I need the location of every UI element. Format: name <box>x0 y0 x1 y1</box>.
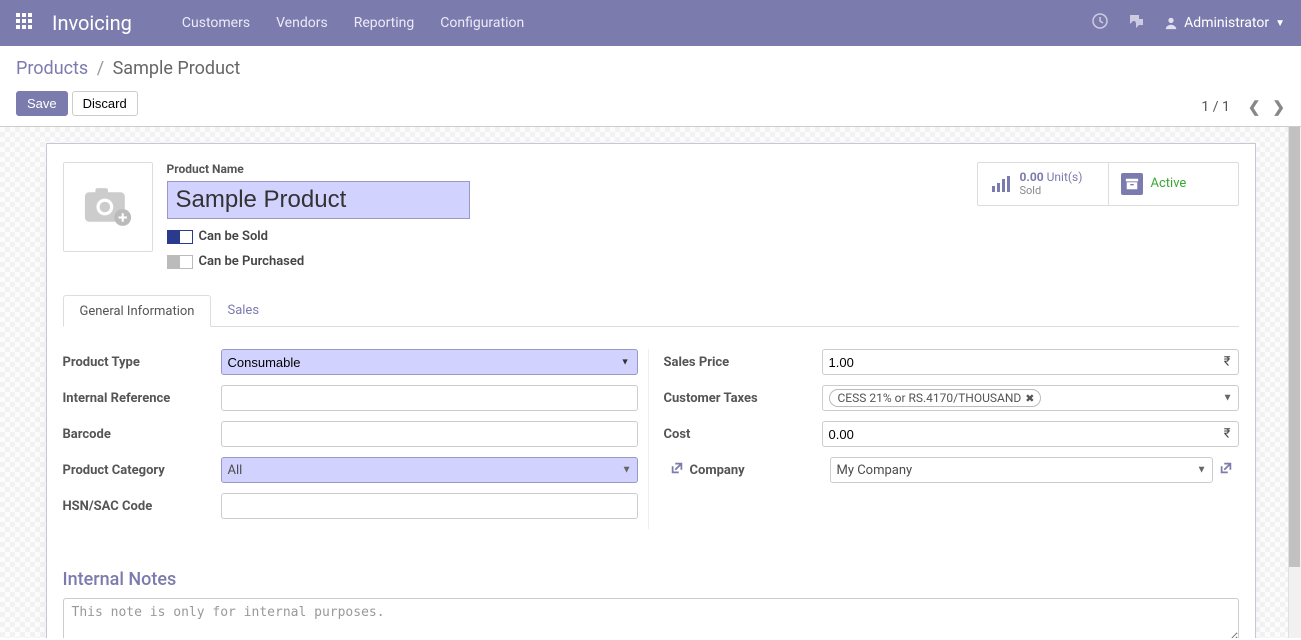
breadcrumb-current: Sample Product <box>113 58 241 79</box>
stat-sold-value: 0.00 <box>1020 170 1044 184</box>
external-link-icon[interactable] <box>670 461 684 479</box>
user-menu[interactable]: Administrator ▼ <box>1164 15 1285 31</box>
form-sheet: 0.00Unit(s) Sold Active Product Name <box>46 143 1256 638</box>
stat-active-button[interactable]: Active <box>1108 163 1238 205</box>
hsn-input[interactable] <box>221 493 638 519</box>
form-background: 0.00Unit(s) Sold Active Product Name <box>0 127 1301 638</box>
internal-ref-label: Internal Reference <box>63 391 221 406</box>
cost-label: Cost <box>664 427 822 442</box>
pager-text[interactable]: 1 / 1 <box>1201 99 1229 115</box>
tabs: General Information Sales <box>63 295 1239 327</box>
external-link-icon[interactable] <box>1219 461 1233 479</box>
control-panel: Products / Sample Product Save Discard 1… <box>0 46 1301 127</box>
discuss-icon[interactable] <box>1128 13 1144 33</box>
cost-input[interactable] <box>822 421 1239 447</box>
internal-notes-textarea[interactable] <box>63 598 1239 638</box>
can-be-sold-label: Can be Sold <box>199 229 269 244</box>
activities-icon[interactable] <box>1092 13 1108 33</box>
internal-ref-input[interactable] <box>221 385 638 411</box>
stat-sold-unit: Unit(s) <box>1047 170 1083 184</box>
stat-sold-button[interactable]: 0.00Unit(s) Sold <box>978 163 1108 205</box>
user-name: Administrator <box>1184 15 1269 31</box>
stat-button-box: 0.00Unit(s) Sold Active <box>977 162 1239 206</box>
currency-symbol: ₹ <box>1224 355 1231 370</box>
product-image-box[interactable] <box>63 162 153 252</box>
company-label: Company <box>690 463 830 478</box>
can-be-purchased-toggle[interactable] <box>167 255 193 269</box>
tax-tag[interactable]: CESS 21% or RS.4170/THOUSAND ✖ <box>829 389 1042 407</box>
hsn-label: HSN/SAC Code <box>63 499 221 514</box>
scrollbar[interactable] <box>1288 127 1301 638</box>
tab-sales[interactable]: Sales <box>211 295 275 327</box>
nav-reporting[interactable]: Reporting <box>354 15 415 31</box>
bar-chart-icon <box>990 173 1012 195</box>
tab-general[interactable]: General Information <box>63 295 212 327</box>
category-select[interactable]: All <box>221 457 638 483</box>
customer-taxes-label: Customer Taxes <box>664 391 822 406</box>
can-be-sold-toggle[interactable] <box>167 230 193 244</box>
breadcrumb-root[interactable]: Products <box>16 58 88 79</box>
internal-notes-title: Internal Notes <box>63 569 1239 590</box>
nav-configuration[interactable]: Configuration <box>440 15 524 31</box>
company-select[interactable]: My Company <box>830 457 1213 483</box>
pager-prev-icon[interactable]: ❮ <box>1248 98 1261 116</box>
apps-icon[interactable] <box>16 13 32 33</box>
stat-active-label: Active <box>1151 176 1187 191</box>
archive-icon <box>1121 173 1143 195</box>
breadcrumb: Products / Sample Product <box>16 58 240 79</box>
barcode-input[interactable] <box>221 421 638 447</box>
sales-price-input[interactable] <box>822 349 1239 375</box>
save-button[interactable]: Save <box>16 91 68 116</box>
product-type-label: Product Type <box>63 355 221 370</box>
stat-sold-label: Sold <box>1020 184 1083 197</box>
product-name-input[interactable] <box>167 181 470 219</box>
nav-vendors[interactable]: Vendors <box>276 15 328 31</box>
nav-customers[interactable]: Customers <box>182 15 250 31</box>
breadcrumb-sep: / <box>97 58 104 79</box>
sales-price-label: Sales Price <box>664 355 822 370</box>
barcode-label: Barcode <box>63 427 221 442</box>
can-be-purchased-label: Can be Purchased <box>199 254 305 269</box>
product-name-label: Product Name <box>167 162 244 176</box>
product-type-select[interactable]: Consumable <box>221 349 638 375</box>
customer-taxes-field[interactable]: CESS 21% or RS.4170/THOUSAND ✖ <box>822 385 1239 411</box>
top-navbar: Invoicing Customers Vendors Reporting Co… <box>0 0 1301 46</box>
discard-button[interactable]: Discard <box>72 91 138 116</box>
currency-symbol: ₹ <box>1224 427 1231 442</box>
app-brand[interactable]: Invoicing <box>52 11 132 35</box>
pager-next-icon[interactable]: ❯ <box>1272 98 1285 116</box>
category-label: Product Category <box>63 463 221 478</box>
caret-down-icon: ▼ <box>1275 18 1285 29</box>
tag-remove-icon[interactable]: ✖ <box>1025 392 1034 405</box>
